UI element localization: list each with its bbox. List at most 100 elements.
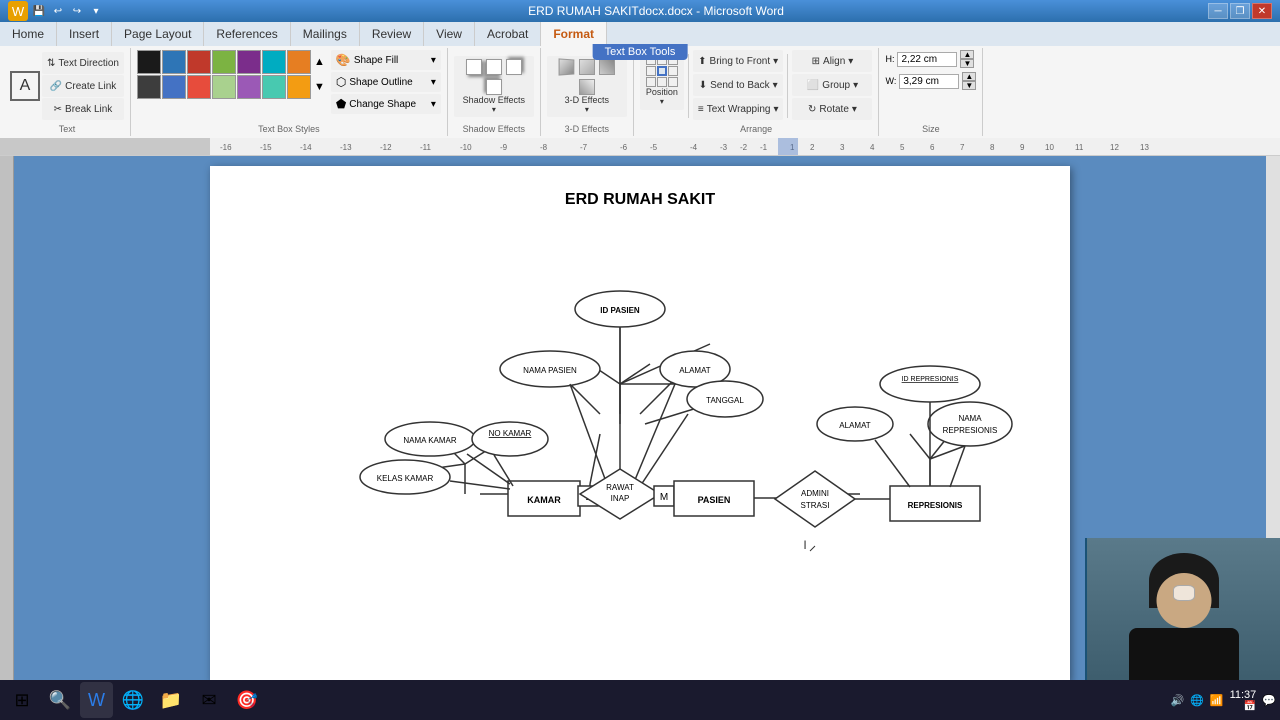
mail-btn[interactable]: ✉ bbox=[191, 682, 227, 718]
break-link-icon: ✂ bbox=[54, 104, 62, 115]
tab-mailings[interactable]: Mailings bbox=[291, 22, 360, 46]
text-direction-icon: ⇅ bbox=[47, 58, 55, 69]
change-shape-dropdown[interactable]: ▾ bbox=[431, 99, 436, 110]
shape-fill-icon: 🎨 bbox=[336, 53, 351, 67]
width-spin-down[interactable]: ▼ bbox=[962, 81, 976, 90]
shape-fill-btn[interactable]: 🎨 Shape Fill ▾ bbox=[331, 50, 441, 70]
shape-fill-dropdown[interactable]: ▾ bbox=[431, 55, 436, 66]
page-container: ERD RUMAH SAKIT bbox=[14, 156, 1266, 692]
swatch-brightred[interactable] bbox=[187, 75, 211, 99]
swatch-medblue[interactable] bbox=[162, 75, 186, 99]
break-link-btn[interactable]: ✂ Break Link bbox=[42, 98, 124, 120]
svg-text:8: 8 bbox=[990, 143, 995, 152]
text-box-tools-tab: Text Box Tools bbox=[593, 44, 688, 60]
svg-text:-10: -10 bbox=[460, 143, 472, 152]
svg-text:-9: -9 bbox=[500, 143, 508, 152]
taskbar-word-app[interactable]: W bbox=[80, 682, 113, 718]
svg-text:M: M bbox=[660, 492, 668, 503]
word-icon: W bbox=[8, 1, 28, 21]
swatch-cyan[interactable] bbox=[262, 75, 286, 99]
align-btn[interactable]: ⊞ Align ▾ bbox=[792, 50, 872, 72]
svg-text:NO KAMAR: NO KAMAR bbox=[489, 429, 532, 438]
tab-view[interactable]: View bbox=[424, 22, 475, 46]
swatch-row-2: ▼ bbox=[137, 75, 327, 99]
shadow-effects-group: Shadow Effects ▾ Shadow Effects bbox=[448, 48, 541, 136]
text-wrapping-btn[interactable]: ≡ Text Wrapping ▾ bbox=[693, 98, 784, 120]
tab-acrobat[interactable]: Acrobat bbox=[475, 22, 541, 46]
svg-text:PASIEN: PASIEN bbox=[698, 495, 731, 505]
svg-text:3: 3 bbox=[840, 143, 845, 152]
vertical-ruler bbox=[0, 156, 14, 692]
height-spin-up[interactable]: ▲ bbox=[960, 50, 974, 59]
swatch-scroll-down[interactable]: ▼ bbox=[312, 75, 327, 99]
swatch-black[interactable] bbox=[137, 50, 161, 74]
swatch-scroll-up[interactable]: ▲ bbox=[312, 50, 327, 74]
create-link-btn[interactable]: 🔗 Create Link bbox=[42, 75, 124, 97]
swatch-orange[interactable] bbox=[287, 50, 311, 74]
swatch-green[interactable] bbox=[212, 50, 236, 74]
group-btn[interactable]: ⬜ Group ▾ bbox=[792, 74, 872, 96]
svg-text:REPRESIONIS: REPRESIONIS bbox=[908, 501, 963, 510]
swatch-amber[interactable] bbox=[287, 75, 311, 99]
shape-outline-btn[interactable]: ⬡ Shape Outline ▾ bbox=[331, 72, 441, 92]
customize-quick-btn[interactable]: ▾ bbox=[88, 3, 104, 19]
change-shape-btn[interactable]: ⬟ Change Shape ▾ bbox=[331, 94, 441, 114]
restore-btn[interactable]: ❐ bbox=[1230, 3, 1250, 19]
shadow-effects-btn[interactable]: Shadow Effects ▾ bbox=[454, 56, 534, 117]
start-btn[interactable]: ⊞ bbox=[4, 682, 40, 718]
send-to-back-btn[interactable]: ⬇ Send to Back ▾ bbox=[693, 74, 784, 96]
swatch-violet[interactable] bbox=[237, 75, 261, 99]
align-icon: ⊞ bbox=[812, 56, 820, 67]
height-spin-down[interactable]: ▼ bbox=[960, 59, 974, 68]
swatch-lightgreen[interactable] bbox=[212, 75, 236, 99]
tab-review[interactable]: Review bbox=[360, 22, 424, 46]
text-group-content: A ⇅ Text Direction 🔗 Create Link ✂ Break… bbox=[10, 50, 124, 122]
save-quick-btn[interactable]: 💾 bbox=[31, 3, 47, 19]
text-box-styles-label: Text Box Styles bbox=[137, 122, 441, 134]
svg-text:-16: -16 bbox=[220, 143, 232, 152]
erd-canvas: ID PASIEN NAMA PASIEN ALAMAT TANGGAL bbox=[230, 219, 1050, 639]
arrange-group-label: Arrange bbox=[640, 122, 873, 134]
taskbar-right: 🔊 🌐 📶 11:37 📅 💬 bbox=[1170, 689, 1276, 712]
height-row: H: ▲ ▼ bbox=[885, 50, 974, 68]
swatch-red[interactable] bbox=[187, 50, 211, 74]
taskbar-date: 📅 bbox=[1230, 701, 1257, 712]
window-title: ERD RUMAH SAKITdocx.docx - Microsoft Wor… bbox=[104, 4, 1208, 18]
search-btn[interactable]: 🔍 bbox=[42, 682, 78, 718]
rotate-icon: ↻ bbox=[808, 104, 816, 115]
minimize-btn[interactable]: ─ bbox=[1208, 3, 1228, 19]
shape-outline-dropdown[interactable]: ▾ bbox=[431, 77, 436, 88]
text-box-styles-content: ▲ ▼ 🎨 Shape Fill ▾ bbox=[137, 50, 441, 122]
svg-text:-3: -3 bbox=[720, 143, 728, 152]
swatch-darkgray[interactable] bbox=[137, 75, 161, 99]
redo-quick-btn[interactable]: ↪ bbox=[69, 3, 85, 19]
width-input[interactable] bbox=[899, 74, 959, 89]
tab-references[interactable]: References bbox=[204, 22, 290, 46]
undo-quick-btn[interactable]: ↩ bbox=[50, 3, 66, 19]
swatch-purple[interactable] bbox=[237, 50, 261, 74]
text-direction-btn[interactable]: ⇅ Text Direction bbox=[42, 52, 124, 74]
tab-page-layout[interactable]: Page Layout bbox=[112, 22, 204, 46]
text-wrap-icon: ≡ bbox=[698, 104, 704, 115]
swatch-blue[interactable] bbox=[162, 50, 186, 74]
tab-format[interactable]: Format bbox=[541, 22, 607, 46]
svg-text:ALAMAT: ALAMAT bbox=[679, 366, 711, 375]
taskbar-notification[interactable]: 💬 bbox=[1262, 694, 1276, 707]
shape-outline-icon: ⬡ bbox=[336, 75, 346, 89]
bring-to-front-btn[interactable]: ⬆ Bring to Front ▾ bbox=[693, 50, 784, 72]
title-text: ERD RUMAH SAKITdocx.docx - Microsoft Wor… bbox=[528, 4, 784, 18]
shape-buttons-area: 🎨 Shape Fill ▾ ⬡ Shape Outline ▾ ⬟ Chang… bbox=[331, 50, 441, 114]
swatch-teal[interactable] bbox=[262, 50, 286, 74]
rotate-btn[interactable]: ↻ Rotate ▾ bbox=[792, 98, 872, 120]
close-btn[interactable]: ✕ bbox=[1252, 3, 1272, 19]
width-spin-up[interactable]: ▲ bbox=[962, 72, 976, 81]
tab-home[interactable]: Home bbox=[0, 22, 57, 46]
three-d-icon bbox=[558, 58, 574, 75]
svg-text:STRASI: STRASI bbox=[801, 501, 830, 510]
height-input[interactable] bbox=[897, 52, 957, 67]
browser-btn[interactable]: 🌐 bbox=[115, 682, 151, 718]
explorer-btn[interactable]: 📁 bbox=[153, 682, 189, 718]
three-d-effects-btn[interactable]: 3-D Effects ▾ bbox=[547, 56, 627, 117]
app6-btn[interactable]: 🎯 bbox=[229, 682, 265, 718]
tab-insert[interactable]: Insert bbox=[57, 22, 112, 46]
